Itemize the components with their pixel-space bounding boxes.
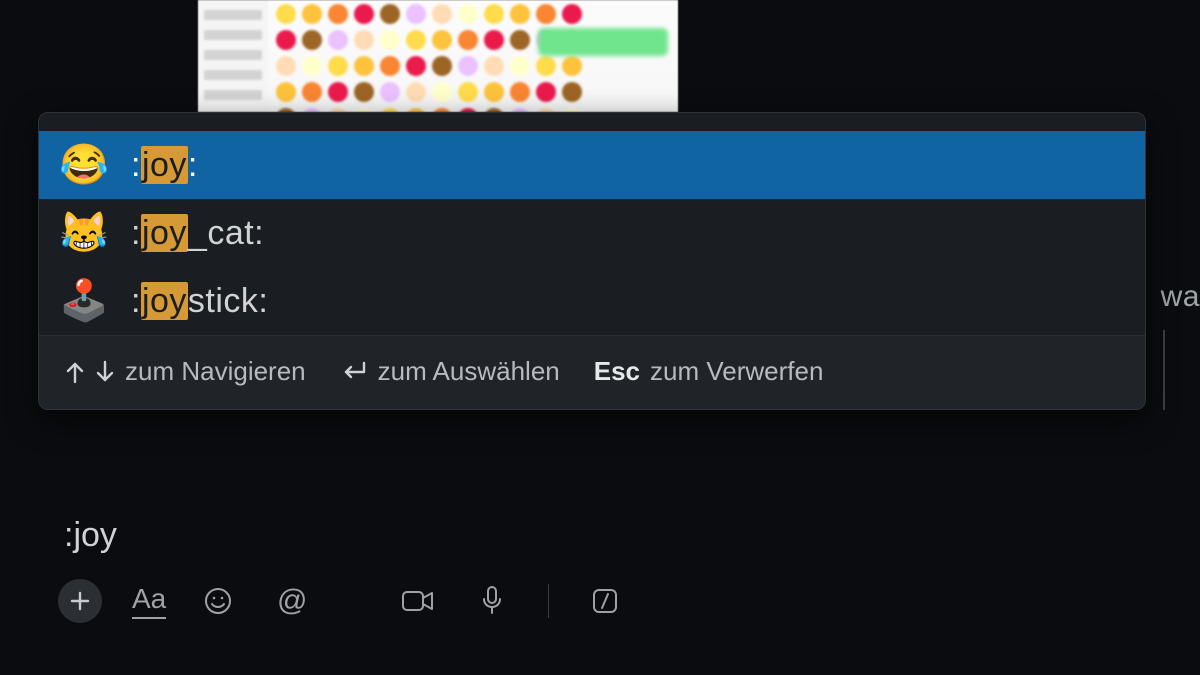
arrow-down-icon	[95, 360, 115, 384]
suggest-code: :joy:	[131, 146, 198, 185]
suggest-code: :joystick:	[131, 282, 268, 321]
format-text-label: Aa	[132, 583, 166, 615]
composer-input[interactable]: :joy	[50, 492, 1190, 573]
suggest-item[interactable]: 😹 :joy_cat:	[39, 199, 1145, 267]
mention-button[interactable]: @	[270, 579, 314, 623]
suggest-code: :joy_cat:	[131, 214, 264, 253]
hint-dismiss-key: Esc	[594, 356, 640, 387]
attach-button[interactable]	[58, 579, 102, 623]
suggest-item[interactable]: 😂 :joy:	[39, 131, 1145, 199]
enter-key-icon	[340, 361, 368, 383]
mic-icon	[480, 585, 504, 617]
arrow-up-icon	[65, 360, 85, 384]
hint-navigate: zum Navigieren	[65, 356, 306, 387]
video-button[interactable]	[396, 579, 440, 623]
format-button[interactable]: Aa	[132, 583, 166, 619]
video-icon	[401, 588, 435, 614]
at-icon: @	[277, 584, 307, 618]
audio-button[interactable]	[470, 579, 514, 623]
shortcuts-button[interactable]	[583, 579, 627, 623]
suggest-footer: zum Navigieren zum Auswählen Esc zum Ver…	[39, 335, 1145, 409]
plus-icon	[69, 590, 91, 612]
message-composer[interactable]: :joy Aa @	[50, 492, 1190, 629]
clipped-text: wa	[1161, 280, 1200, 314]
suggest-item[interactable]: 🕹️ :joystick:	[39, 267, 1145, 335]
emoji-icon	[203, 586, 233, 616]
hint-select-label: zum Auswählen	[378, 356, 560, 387]
hint-select: zum Auswählen	[340, 356, 560, 387]
toolbar-divider	[548, 584, 549, 618]
hint-navigate-label: zum Navigieren	[125, 356, 306, 387]
composer-toolbar: Aa @	[50, 573, 1190, 629]
shortcuts-icon	[591, 587, 619, 615]
suggest-emoji: 😂	[59, 145, 109, 185]
suggest-emoji: 🕹️	[59, 281, 109, 321]
attached-image	[198, 0, 678, 112]
emoji-button[interactable]	[196, 579, 240, 623]
suggest-emoji: 😹	[59, 213, 109, 253]
emoji-suggest-popup: 😂 :joy: 😹 :joy_cat: 🕹️ :joystick: zum Navigie…	[38, 112, 1146, 410]
hint-dismiss: Esc zum Verwerfen	[594, 356, 824, 387]
divider	[1163, 330, 1165, 410]
hint-dismiss-label: zum Verwerfen	[650, 356, 823, 387]
